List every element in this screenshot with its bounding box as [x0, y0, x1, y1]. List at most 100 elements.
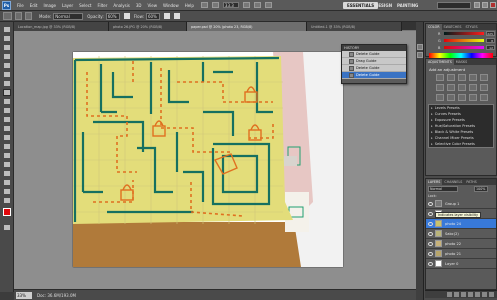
- tab-swatches[interactable]: SWATCHES: [442, 24, 464, 30]
- levels-icon[interactable]: [447, 74, 455, 81]
- flow-field[interactable]: 60%: [145, 12, 160, 20]
- threshold-icon[interactable]: [458, 94, 466, 101]
- eye-icon[interactable]: [428, 251, 433, 256]
- mode-select[interactable]: Normal: [53, 12, 84, 20]
- red-slider-row[interactable]: R 225: [426, 30, 496, 37]
- dodge-tool-icon[interactable]: [3, 143, 11, 150]
- airbrush-icon[interactable]: [163, 13, 170, 19]
- menu-help[interactable]: Help: [182, 3, 197, 8]
- search-input[interactable]: [437, 2, 471, 9]
- pressure-size-icon[interactable]: [173, 13, 180, 19]
- photo-filter-icon[interactable]: [469, 84, 477, 91]
- delete-layer-icon[interactable]: [489, 292, 494, 297]
- screen-mode-icon[interactable]: [264, 2, 272, 8]
- opacity-field[interactable]: 60%: [105, 12, 120, 20]
- bridge-icon[interactable]: [200, 2, 208, 8]
- brush-tool-preset-icon[interactable]: [3, 12, 12, 20]
- layer-style-icon[interactable]: [454, 292, 459, 297]
- history-panel-icon[interactable]: [417, 44, 423, 50]
- zoom-level-field[interactable]: 33.3: [222, 2, 239, 8]
- brush-tool-icon[interactable]: [3, 89, 11, 96]
- mini-bridge-icon[interactable]: [211, 2, 219, 8]
- tab-paths[interactable]: PATHS: [464, 179, 478, 185]
- blue-slider[interactable]: [444, 46, 484, 49]
- channel-mixer-icon[interactable]: [480, 84, 488, 91]
- eye-icon[interactable]: [428, 241, 433, 246]
- blur-tool-icon[interactable]: [3, 134, 11, 141]
- lasso-tool-icon[interactable]: [3, 44, 11, 51]
- layer-row[interactable]: photo 22: [426, 239, 496, 249]
- hue-saturation-icon[interactable]: [436, 84, 444, 91]
- new-group-icon[interactable]: [475, 292, 480, 297]
- history-item[interactable]: Delete Guide: [342, 51, 406, 58]
- eye-icon[interactable]: [428, 231, 433, 236]
- marquee-tool-icon[interactable]: [3, 35, 11, 42]
- blue-value[interactable]: 12: [486, 45, 495, 50]
- foreground-color-swatch[interactable]: [3, 208, 11, 216]
- menu-file[interactable]: File: [14, 3, 27, 8]
- curves-icon[interactable]: [458, 74, 466, 81]
- black-white-icon[interactable]: [458, 84, 466, 91]
- tab-styles[interactable]: STYLES: [463, 24, 479, 30]
- add-mask-icon[interactable]: [461, 292, 466, 297]
- document-size-info[interactable]: Doc: 36.6M/193.0M: [37, 293, 76, 298]
- shape-tool-icon[interactable]: [3, 179, 11, 186]
- close-icon[interactable]: [490, 2, 496, 8]
- menu-view[interactable]: View: [145, 3, 161, 8]
- eye-icon[interactable]: [428, 261, 433, 266]
- posterize-icon[interactable]: [447, 94, 455, 101]
- zoom-tool-icon[interactable]: [3, 197, 11, 204]
- eyedropper-tool-icon[interactable]: [3, 71, 11, 78]
- green-slider-row[interactable]: G 8: [426, 37, 496, 44]
- path-selection-tool-icon[interactable]: [3, 170, 11, 177]
- layer-opacity-field[interactable]: 100%: [474, 186, 488, 192]
- brush-panel-icon[interactable]: [25, 12, 32, 20]
- document-canvas[interactable]: [73, 52, 343, 267]
- 3d-rotate-tool-icon[interactable]: [3, 188, 11, 195]
- blend-mode-select[interactable]: Normal: [428, 186, 458, 192]
- actions-panel-icon[interactable]: [417, 52, 423, 58]
- adjustment-layer-icon[interactable]: [468, 292, 473, 297]
- arrange-documents-icon[interactable]: [253, 2, 261, 8]
- type-tool-icon[interactable]: [3, 161, 11, 168]
- healing-brush-tool-icon[interactable]: [3, 80, 11, 87]
- history-item-selected[interactable]: Delete Guide: [342, 72, 406, 79]
- eraser-tool-icon[interactable]: [3, 116, 11, 123]
- invert-icon[interactable]: [436, 94, 444, 101]
- selective-color-icon[interactable]: [480, 94, 488, 101]
- tab-untitled-1[interactable]: Untitled-1 @ 33% (RGB/8): [307, 22, 402, 31]
- red-slider[interactable]: [444, 32, 484, 35]
- layer-row[interactable]: Group 1: [426, 199, 496, 209]
- menu-layer[interactable]: Layer: [59, 3, 76, 8]
- tab-color[interactable]: COLOR: [426, 24, 442, 30]
- blue-slider-row[interactable]: B 12: [426, 44, 496, 51]
- menu-image[interactable]: Image: [40, 3, 59, 8]
- menu-select[interactable]: Select: [76, 3, 94, 8]
- preset-item[interactable]: Selective Color Presets: [429, 141, 493, 147]
- exposure-icon[interactable]: [469, 74, 477, 81]
- clone-stamp-tool-icon[interactable]: [3, 98, 11, 105]
- tab-paper-psd[interactable]: paper.psd @ 20% (photo 23, RGB/8): [187, 22, 307, 31]
- tab-masks[interactable]: MASKS: [454, 59, 469, 65]
- gradient-map-icon[interactable]: [469, 94, 477, 101]
- history-item[interactable]: Drag Guide: [342, 58, 406, 65]
- menu-analysis[interactable]: Analysis: [110, 3, 132, 8]
- brush-size-icon[interactable]: [15, 12, 22, 20]
- brightness-contrast-icon[interactable]: [436, 74, 444, 81]
- layer-row-selected[interactable]: photo 24: [426, 219, 496, 229]
- workspace-painting-button[interactable]: PAINTING: [393, 2, 422, 9]
- history-brush-tool-icon[interactable]: [3, 107, 11, 114]
- menu-edit[interactable]: Edit: [27, 3, 41, 8]
- layer-row[interactable]: Sabc(2): [426, 229, 496, 239]
- menu-filter[interactable]: Filter: [94, 3, 110, 8]
- crop-tool-icon[interactable]: [3, 62, 11, 69]
- quick-mask-icon[interactable]: [3, 224, 11, 231]
- hand-tool-icon[interactable]: [242, 2, 250, 8]
- gradient-tool-icon[interactable]: [3, 125, 11, 132]
- eye-icon[interactable]: [428, 221, 433, 226]
- tab-channels[interactable]: CHANNELS: [442, 179, 464, 185]
- menu-3d[interactable]: 3D: [133, 3, 145, 8]
- color-balance-icon[interactable]: [447, 84, 455, 91]
- link-layers-icon[interactable]: [447, 292, 452, 297]
- quick-selection-tool-icon[interactable]: [3, 53, 11, 60]
